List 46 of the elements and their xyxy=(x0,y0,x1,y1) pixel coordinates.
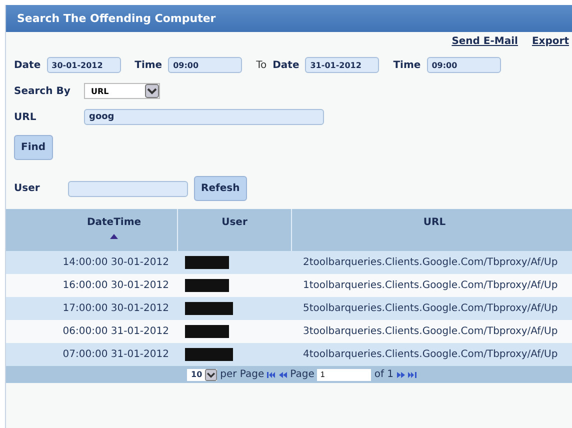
table-cell-text: 1toolbarqueries.Clients.Google.Com/Tbproxy/Af/Up xyxy=(302,280,559,291)
page-number-field[interactable]: 1 xyxy=(317,368,372,380)
redaction-bar xyxy=(185,256,229,269)
window-title: Search The Offending Computer xyxy=(6,5,572,32)
search-by-label: Search By xyxy=(14,86,72,96)
date-label: Date xyxy=(14,60,41,70)
link[interactable]: Export xyxy=(532,36,569,47)
table-cell-text: 2toolbarqueries.Clients.Google.Com/Tbproxy/Af/Up xyxy=(302,257,559,268)
find-button[interactable]: Find xyxy=(14,135,53,160)
column-header[interactable]: DateTime xyxy=(51,209,177,251)
table-cell-text: 06:00:00 31-01-2012 xyxy=(62,326,170,337)
redaction-bar xyxy=(185,348,233,361)
first-page-icon[interactable] xyxy=(267,372,276,378)
last-page-icon[interactable] xyxy=(408,372,417,378)
table-cell-text: 07:00:00 31-01-2012 xyxy=(62,349,170,360)
refresh-button[interactable]: Refesh xyxy=(194,176,247,201)
sort-ascending-icon xyxy=(110,234,118,239)
time-field[interactable]: 09:00 xyxy=(168,57,242,73)
search-by-dropdown[interactable]: URL xyxy=(84,83,160,99)
redaction-bar xyxy=(185,302,233,315)
page-size-dropdown[interactable]: 10 xyxy=(187,368,218,380)
page-label: Page xyxy=(290,369,314,380)
page-count-label: of 1 xyxy=(374,369,394,380)
previous-page-icon[interactable] xyxy=(279,372,288,378)
date-field[interactable]: 31-01-2012 xyxy=(305,57,380,73)
date-label: Date xyxy=(272,60,300,70)
table-cell-text: 16:00:00 30-01-2012 xyxy=(62,280,170,291)
redaction-bar xyxy=(185,279,229,292)
url-label: URL xyxy=(14,112,38,122)
date-field[interactable]: 30-01-2012 xyxy=(46,57,121,73)
time-label: Time xyxy=(393,60,421,70)
user-field[interactable] xyxy=(68,180,188,196)
table-cell-text: 14:00:00 30-01-2012 xyxy=(62,257,170,268)
url-field[interactable]: goog xyxy=(84,109,324,125)
redaction-bar xyxy=(185,325,229,338)
table-cell-text: 5toolbarqueries.Clients.Google.Com/Tbproxy/Af/Up xyxy=(302,303,559,314)
table-cell-text: 4toolbarqueries.Clients.Google.Com/Tbproxy/Af/Up xyxy=(302,349,559,360)
link[interactable]: Send E-Mail xyxy=(452,36,518,47)
per-page-label: per Page xyxy=(220,369,264,380)
time-field[interactable]: 09:00 xyxy=(426,57,501,73)
to-label: To xyxy=(256,60,267,70)
time-label: Time xyxy=(134,60,162,70)
user-label: User xyxy=(14,183,41,194)
table-cell-text: 3toolbarqueries.Clients.Google.Com/Tbproxy/Af/Up xyxy=(302,326,559,337)
table-cell-text: 17:00:00 30-01-2012 xyxy=(62,303,170,314)
next-page-icon[interactable] xyxy=(396,372,405,378)
